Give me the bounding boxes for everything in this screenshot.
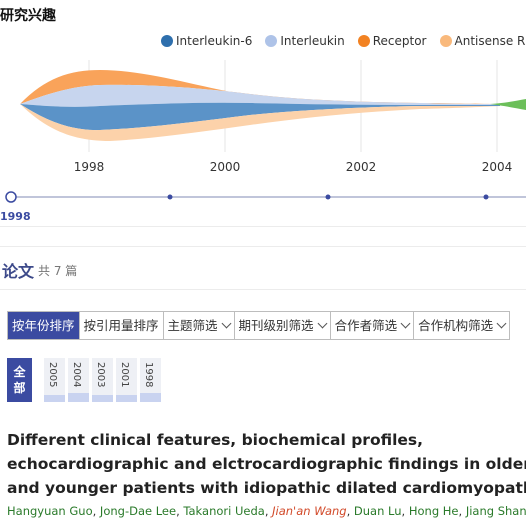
year-filter-2005[interactable]: 2005	[44, 358, 65, 402]
timeline-slider-tick[interactable]	[325, 194, 331, 200]
divider	[0, 289, 526, 290]
paper-title-link[interactable]: Different clinical features, biochemical…	[7, 428, 526, 500]
all-years-label: 全部	[13, 365, 26, 395]
author-link[interactable]: Hangyuan Guo	[7, 504, 93, 518]
axis-label-1998: 1998	[74, 160, 105, 174]
author-link[interactable]: Jong-Dae Lee	[100, 504, 176, 518]
sort-by-citations-label: 按引用量排序	[83, 318, 159, 333]
institution-filter-label: 合作机构筛选	[418, 318, 494, 333]
divider	[0, 226, 526, 227]
filter-bar: 按年份排序 按引用量排序 主题筛选 期刊级别筛选 合作者筛选 合作机构筛选	[7, 311, 511, 340]
chevron-down-icon	[496, 318, 507, 329]
year-label: 2004	[71, 362, 82, 388]
year-label: 2003	[95, 362, 106, 388]
author-separator: ,	[346, 504, 354, 518]
year-filter-2001[interactable]: 2001	[116, 358, 137, 402]
timeline-slider-label: 1998	[0, 210, 31, 223]
divider	[0, 246, 526, 247]
journal-level-filter-label: 期刊级别筛选	[238, 318, 314, 333]
year-label: 2005	[47, 362, 58, 388]
papers-count: 共 7 篇	[38, 264, 78, 278]
all-years-button[interactable]: 全部	[7, 358, 32, 402]
timeline-slider-handle[interactable]	[5, 191, 17, 203]
year-bar	[140, 393, 161, 402]
axis-label-2000: 2000	[210, 160, 241, 174]
year-label: 1998	[143, 362, 154, 388]
topic-filter-dropdown[interactable]: 主题筛选	[164, 312, 235, 339]
timeline-slider-tick[interactable]	[167, 194, 173, 200]
author-separator: ,	[458, 504, 466, 518]
year-filter-2004[interactable]: 2004	[68, 358, 89, 402]
sort-by-citations-button[interactable]: 按引用量排序	[80, 312, 164, 339]
author-link[interactable]: Duan Lu	[354, 504, 402, 518]
author-link[interactable]: Hong He	[409, 504, 459, 518]
author-separator: ,	[92, 504, 100, 518]
chevron-down-icon	[317, 318, 328, 329]
author-link[interactable]: Jiang Shan	[466, 504, 526, 518]
author-separator: ,	[401, 504, 409, 518]
axis-label-2004: 2004	[482, 160, 513, 174]
year-label: 2001	[119, 362, 130, 388]
year-bar	[44, 395, 65, 402]
axis-label-2002: 2002	[346, 160, 377, 174]
chevron-down-icon	[221, 318, 231, 329]
year-filter-2003[interactable]: 2003	[92, 358, 113, 402]
chevron-down-icon	[400, 318, 411, 329]
year-bar	[92, 395, 113, 402]
stream-extra[interactable]	[490, 99, 526, 110]
year-bar	[68, 393, 89, 402]
author-link[interactable]: Takanori Ueda	[183, 504, 264, 518]
papers-title: 论文	[2, 262, 35, 281]
coauthor-filter-dropdown[interactable]: 合作者筛选	[331, 312, 415, 339]
institution-filter-dropdown[interactable]: 合作机构筛选	[414, 312, 509, 339]
research-interest-streamgraph: 1998 2000 2002 2004 1998	[0, 60, 526, 223]
paper-authors: Hangyuan Guo, Jong-Dae Lee, Takanori Ued…	[7, 504, 526, 518]
coauthor-filter-label: 合作者筛选	[334, 318, 398, 333]
topic-filter-label: 主题筛选	[167, 318, 218, 333]
year-bar	[116, 395, 137, 402]
sort-by-year-button[interactable]: 按年份排序	[8, 312, 80, 339]
timeline-slider-tick[interactable]	[483, 194, 489, 200]
sort-by-year-label: 按年份排序	[12, 318, 75, 333]
journal-level-filter-dropdown[interactable]: 期刊级别筛选	[235, 312, 331, 339]
year-filter-1998[interactable]: 1998	[140, 358, 161, 402]
author-link-highlighted[interactable]: Jian'an Wang	[272, 504, 346, 518]
